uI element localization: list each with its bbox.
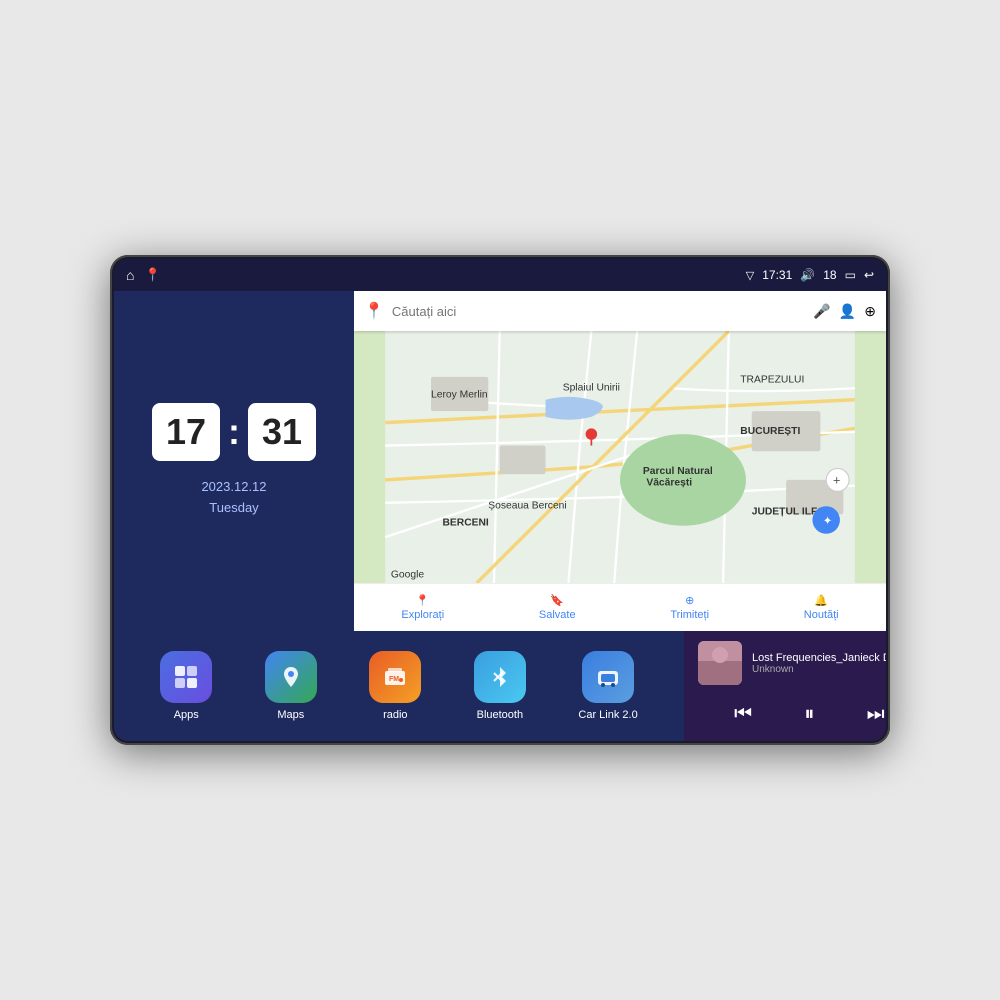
- next-button[interactable]: ⏭: [855, 699, 886, 730]
- date-display: 2023.12.12 Tuesday: [201, 477, 266, 519]
- radio-icon-bg: FM: [369, 651, 421, 703]
- layers-icon[interactable]: ⊕: [864, 303, 876, 320]
- map-nav-bar: 📍 Explorați 🔖 Salvate ⊕ Trimiteți 🔔 Nout…: [354, 583, 886, 631]
- maps-pin-icon[interactable]: 📍: [144, 267, 160, 283]
- news-label: Noutăți: [804, 609, 839, 621]
- clock-display: 17 : 31: [152, 403, 316, 461]
- music-thumbnail: [698, 641, 742, 685]
- svg-text:Leroy Merlin: Leroy Merlin: [431, 389, 488, 400]
- play-pause-button[interactable]: ⏸: [792, 699, 826, 730]
- carlink-icon-bg: [582, 651, 634, 703]
- apps-label: Apps: [174, 709, 199, 721]
- map-nav-send[interactable]: ⊕ Trimiteți: [670, 594, 709, 621]
- clock-minute: 31: [248, 403, 316, 461]
- svg-text:TRAPEZULUI: TRAPEZULUI: [740, 375, 804, 386]
- map-area[interactable]: Parcul Natural Văcărești Leroy Merlin BE…: [354, 331, 886, 583]
- svg-text:BERCENI: BERCENI: [442, 518, 488, 529]
- screen: ⌂ 📍 ▽ 17:31 🔊 18 ▭ ↩ 17 : 31: [114, 259, 886, 741]
- apps-panel: Apps Maps: [114, 631, 684, 741]
- app-item-apps[interactable]: Apps: [160, 651, 212, 721]
- svg-text:BUCUREȘTI: BUCUREȘTI: [740, 426, 800, 437]
- saved-label: Salvate: [539, 609, 576, 621]
- date-value: 2023.12.12: [201, 477, 266, 498]
- volume-level: 18: [823, 268, 836, 282]
- send-icon: ⊕: [685, 594, 694, 607]
- clock-hour: 17: [152, 403, 220, 461]
- music-title: Lost Frequencies_Janieck Devy-...: [752, 652, 886, 664]
- map-logo-icon: 📍: [364, 301, 384, 321]
- status-left: ⌂ 📍: [126, 267, 161, 283]
- music-artist: Unknown: [752, 664, 886, 675]
- svg-text:Google: Google: [391, 569, 424, 580]
- maps-label: Maps: [277, 709, 304, 721]
- bluetooth-label: Bluetooth: [477, 709, 523, 721]
- svg-text:✦: ✦: [823, 516, 833, 528]
- prev-button[interactable]: ⏮: [722, 699, 764, 730]
- device-frame: ⌂ 📍 ▽ 17:31 🔊 18 ▭ ↩ 17 : 31: [110, 255, 890, 745]
- explore-icon: 📍: [416, 594, 430, 607]
- svg-text:+: +: [833, 473, 840, 487]
- status-time: 17:31: [762, 268, 792, 282]
- day-value: Tuesday: [201, 498, 266, 519]
- send-label: Trimiteți: [670, 609, 709, 621]
- battery-icon: ▭: [845, 268, 856, 282]
- svg-text:Parcul Natural: Parcul Natural: [643, 466, 713, 477]
- music-info: Lost Frequencies_Janieck Devy-... Unknow…: [698, 641, 886, 685]
- svg-text:FM: FM: [389, 676, 399, 683]
- svg-text:Șoseaua Berceni: Șoseaua Berceni: [488, 501, 566, 512]
- home-icon[interactable]: ⌂: [126, 267, 134, 283]
- volume-icon: 🔊: [800, 268, 815, 282]
- status-bar: ⌂ 📍 ▽ 17:31 🔊 18 ▭ ↩: [114, 259, 886, 291]
- map-search-input[interactable]: [392, 304, 805, 319]
- maps-icon-bg: [265, 651, 317, 703]
- main-content: 17 : 31 2023.12.12 Tuesday 📍 🎤 👤 ⊕: [114, 291, 886, 631]
- music-controls: ⏮ ⏸ ⏭: [698, 695, 886, 734]
- apps-icon-bg: [160, 651, 212, 703]
- map-nav-news[interactable]: 🔔 Noutăți: [804, 594, 839, 621]
- account-icon[interactable]: 👤: [839, 303, 856, 320]
- app-item-bluetooth[interactable]: Bluetooth: [474, 651, 526, 721]
- back-icon[interactable]: ↩: [864, 268, 874, 282]
- bluetooth-icon-bg: [474, 651, 526, 703]
- status-right: ▽ 17:31 🔊 18 ▭ ↩: [746, 268, 874, 282]
- map-search-bar: 📍 🎤 👤 ⊕: [354, 291, 886, 331]
- saved-icon: 🔖: [550, 594, 564, 607]
- map-nav-explore[interactable]: 📍 Explorați: [401, 594, 444, 621]
- radio-label: radio: [383, 709, 407, 721]
- bottom-row: Apps Maps: [114, 631, 886, 741]
- svg-text:Văcărești: Văcărești: [646, 478, 692, 489]
- clock-colon: :: [228, 411, 240, 453]
- explore-label: Explorați: [401, 609, 444, 621]
- svg-text:Splaiul Unirii: Splaiul Unirii: [563, 383, 620, 394]
- music-text: Lost Frequencies_Janieck Devy-... Unknow…: [752, 652, 886, 675]
- music-panel: Lost Frequencies_Janieck Devy-... Unknow…: [684, 631, 886, 741]
- app-item-maps[interactable]: Maps: [265, 651, 317, 721]
- map-panel[interactable]: 📍 🎤 👤 ⊕: [354, 291, 886, 631]
- carlink-label: Car Link 2.0: [578, 709, 637, 721]
- clock-panel: 17 : 31 2023.12.12 Tuesday: [114, 291, 354, 631]
- map-nav-saved[interactable]: 🔖 Salvate: [539, 594, 576, 621]
- app-item-carlink[interactable]: Car Link 2.0: [578, 651, 637, 721]
- news-icon: 🔔: [814, 594, 828, 607]
- signal-icon: ▽: [746, 269, 754, 282]
- mic-icon[interactable]: 🎤: [813, 303, 830, 320]
- app-item-radio[interactable]: FM radio: [369, 651, 421, 721]
